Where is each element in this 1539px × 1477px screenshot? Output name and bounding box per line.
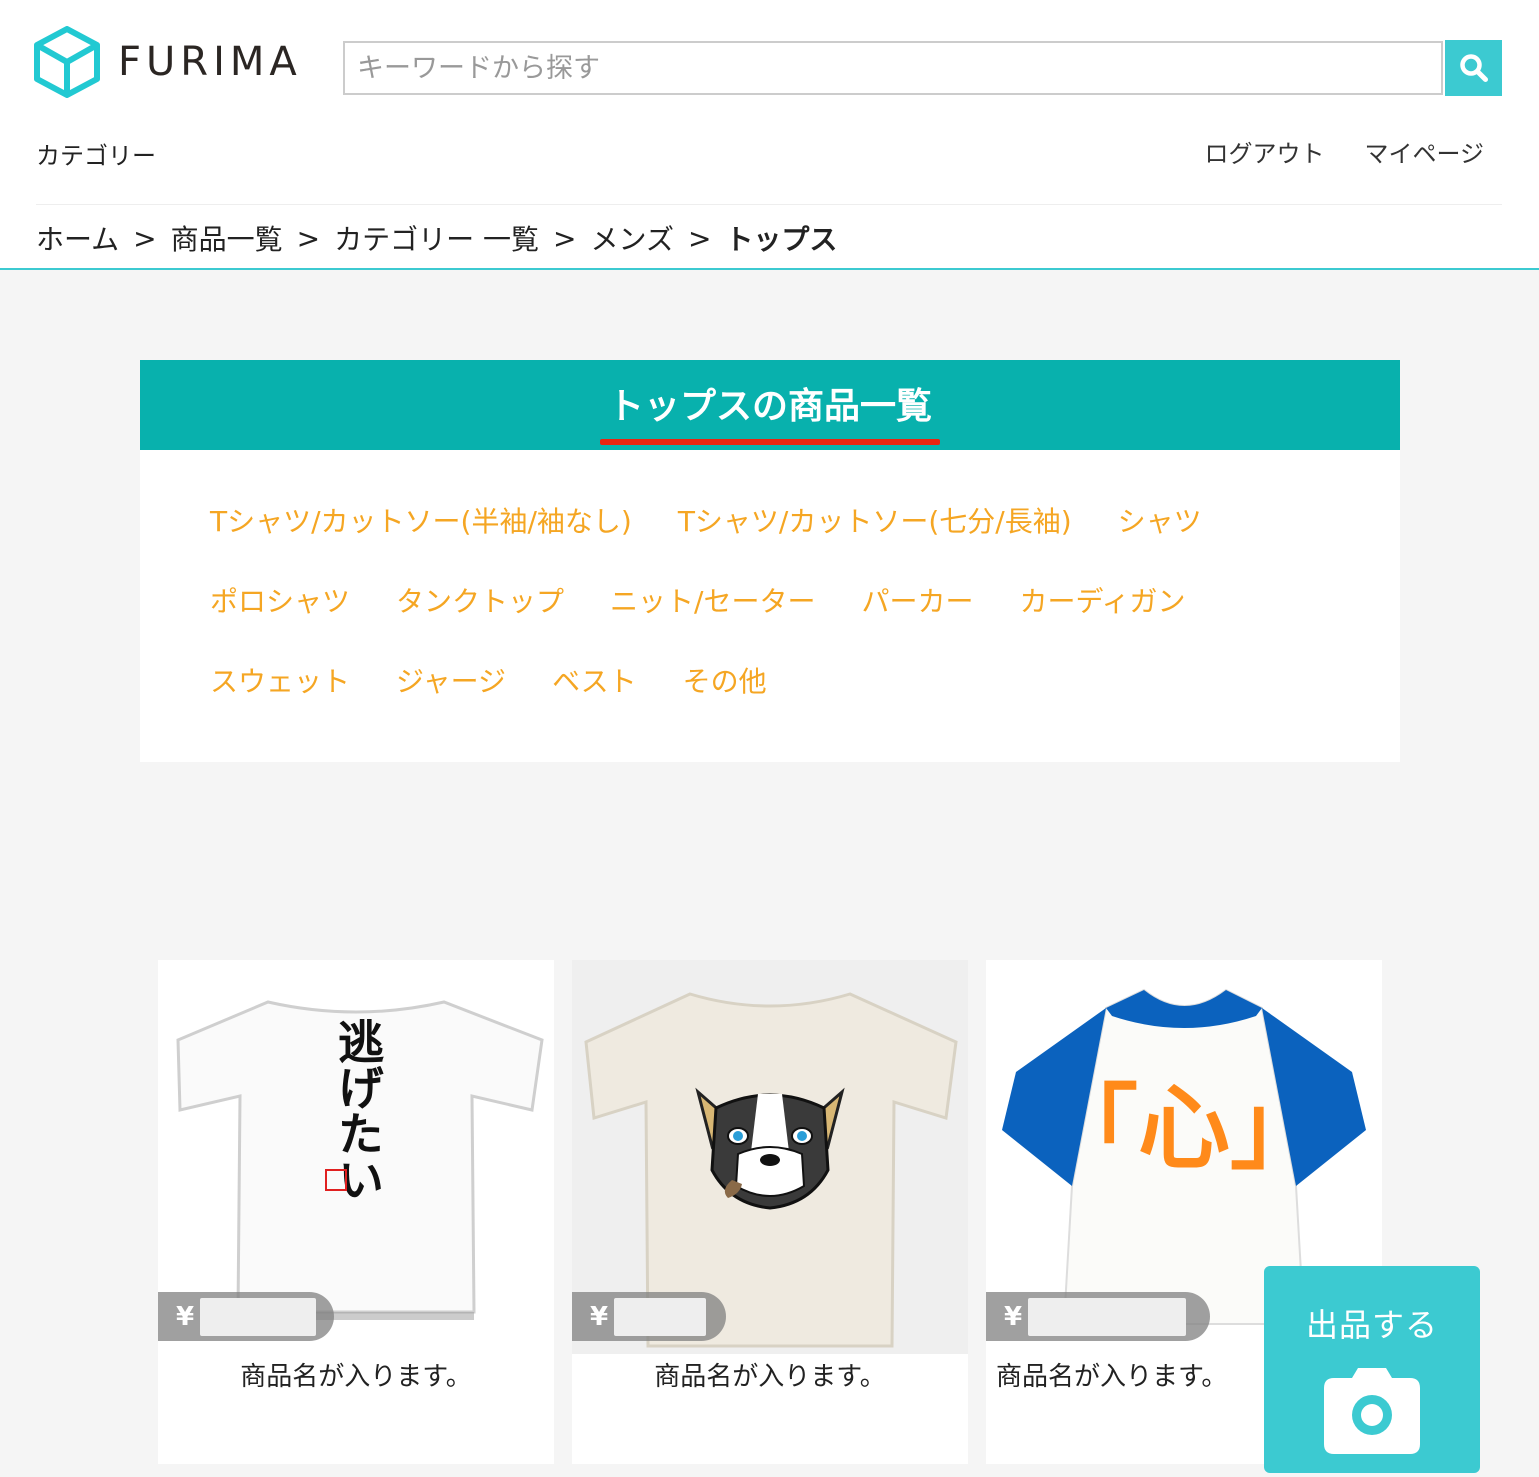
product-name: 商品名が入ります。 — [654, 1362, 886, 1392]
print-text: 「心」 — [1046, 1075, 1322, 1182]
subcategory-link[interactable]: Tシャツ/カットソー(七分/長袖) — [678, 500, 1072, 580]
subcategory-link[interactable]: ポロシャツ — [210, 580, 350, 660]
site-header: FURIMA カテゴリー ログアウト マイページ ホーム > 商品一覧 > カテ… — [0, 0, 1539, 270]
category-title: トップスの商品一覧 — [599, 377, 940, 445]
price-currency: ¥ — [176, 1301, 195, 1332]
title-underline — [599, 439, 940, 445]
price-value-hidden — [1028, 1297, 1187, 1336]
sell-button-label: 出品する — [1305, 1306, 1438, 1344]
breadcrumb-separator: > — [296, 221, 321, 255]
price-value-hidden — [614, 1297, 707, 1336]
category-title-bar: トップスの商品一覧 — [140, 360, 1400, 450]
subcategory-link[interactable]: シャツ — [1118, 500, 1202, 580]
logo[interactable]: FURIMA — [34, 26, 302, 98]
price-currency: ¥ — [1004, 1301, 1023, 1332]
price-tag: ¥ — [572, 1292, 726, 1341]
breadcrumb-separator: > — [133, 221, 157, 255]
price-value-hidden — [200, 1297, 317, 1336]
subcategory-row: ポロシャツ タンクトップ ニット/セーター パーカー カーディガン — [210, 580, 1330, 660]
logo-cube-icon — [34, 26, 100, 98]
subcategory-link[interactable]: ジャージ — [396, 660, 506, 740]
camera-icon — [1324, 1368, 1420, 1454]
subcategory-link[interactable]: その他 — [683, 660, 767, 740]
subcategory-list: Tシャツ/カットソー(半袖/袖なし) Tシャツ/カットソー(七分/長袖) シャツ… — [140, 450, 1400, 740]
subcategory-link[interactable]: パーカー — [861, 580, 973, 660]
breadcrumb-separator: > — [687, 221, 712, 255]
product-card[interactable]: ¥ 商品名が入ります。 — [572, 960, 968, 1464]
subcategory-link[interactable]: カーディガン — [1019, 580, 1185, 660]
logo-text: FURIMA — [118, 39, 302, 85]
nav-category-link[interactable]: カテゴリー — [36, 136, 156, 171]
subcategory-link[interactable]: ニット/セーター — [610, 580, 815, 660]
breadcrumb-item-mens[interactable]: メンズ — [591, 218, 674, 258]
subcategory-link[interactable]: Tシャツ/カットソー(半袖/袖なし) — [210, 500, 632, 580]
category-panel: トップスの商品一覧 Tシャツ/カットソー(半袖/袖なし) Tシャツ/カットソー(… — [140, 360, 1400, 762]
breadcrumb-item-products[interactable]: 商品一覧 — [171, 218, 283, 258]
price-tag: ¥ — [158, 1292, 334, 1341]
breadcrumb-item-categories[interactable]: カテゴリー 一覧 — [334, 218, 539, 258]
search-input[interactable] — [345, 43, 1441, 93]
breadcrumb-current: トップス — [725, 223, 838, 256]
breadcrumb: ホーム > 商品一覧 > カテゴリー 一覧 > メンズ > トップス — [36, 218, 837, 258]
logout-link[interactable]: ログアウト — [1204, 134, 1324, 169]
price-currency: ¥ — [590, 1301, 609, 1332]
product-name: 商品名が入ります。 — [240, 1362, 472, 1392]
category-title-text: トップスの商品一覧 — [607, 386, 932, 427]
search-button[interactable] — [1445, 40, 1502, 96]
sell-button[interactable]: 出品する — [1264, 1266, 1480, 1473]
user-nav: ログアウト マイページ — [1204, 134, 1484, 169]
subcategory-link[interactable]: タンクトップ — [396, 580, 564, 660]
breadcrumb-separator: > — [553, 221, 577, 255]
mypage-link[interactable]: マイページ — [1364, 134, 1484, 169]
print-text: 逃げたい — [331, 1018, 385, 1202]
breadcrumb-item-home[interactable]: ホーム — [36, 218, 119, 258]
product-card[interactable]: 逃げたい ¥ 商品名が入ります。 — [158, 960, 554, 1464]
subcategory-link[interactable]: スウェット — [210, 660, 350, 740]
header-divider — [36, 204, 1502, 205]
search-icon — [1459, 54, 1488, 82]
subcategory-link[interactable]: ベスト — [552, 660, 637, 740]
price-tag: ¥ — [986, 1292, 1210, 1341]
subcategory-row: スウェット ジャージ ベスト その他 — [210, 660, 1330, 740]
search-box — [343, 41, 1443, 95]
subcategory-row: Tシャツ/カットソー(半袖/袖なし) Tシャツ/カットソー(七分/長袖) シャツ — [210, 500, 1330, 580]
